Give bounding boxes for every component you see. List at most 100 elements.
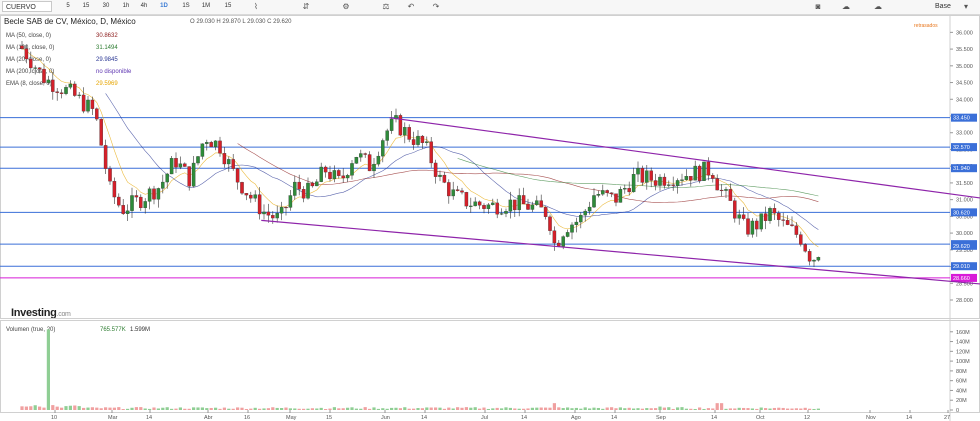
volume-bar bbox=[156, 408, 160, 410]
price-tick-label: 36.000 bbox=[956, 30, 973, 36]
candle-body bbox=[728, 189, 733, 201]
candle-body bbox=[134, 195, 139, 198]
volume-bar bbox=[209, 407, 213, 410]
volume-bar bbox=[478, 408, 482, 410]
volume-tick-label: 0 bbox=[956, 408, 959, 414]
x-tick-label: 14 bbox=[611, 415, 617, 421]
candle-body bbox=[623, 188, 627, 190]
candle-body bbox=[293, 181, 297, 196]
candle-body bbox=[482, 205, 486, 209]
volume-bar bbox=[161, 407, 165, 410]
x-tick-label: May bbox=[286, 415, 297, 421]
candle-body bbox=[29, 58, 33, 69]
volume-bar bbox=[803, 407, 807, 410]
candle-body bbox=[429, 141, 433, 164]
volume-bar bbox=[588, 408, 592, 410]
candle-body bbox=[86, 99, 90, 112]
volume-bar bbox=[816, 408, 820, 410]
candle-body bbox=[680, 179, 684, 181]
volume-bar bbox=[680, 407, 684, 410]
candle-body bbox=[77, 94, 81, 96]
price-chart[interactable]: 36.00035.50035.00034.50034.00033.50033.0… bbox=[0, 0, 980, 421]
volume-bar bbox=[46, 329, 50, 410]
volume-bar bbox=[258, 408, 262, 410]
candle-body bbox=[279, 206, 284, 214]
volume-bar bbox=[130, 407, 134, 410]
volume-bar bbox=[51, 405, 55, 410]
volume-bar bbox=[544, 407, 548, 410]
price-pane-frame bbox=[0, 15, 980, 319]
candle-body bbox=[477, 201, 482, 206]
volume-bar bbox=[662, 407, 666, 410]
volume-bar bbox=[596, 407, 600, 410]
x-tick-label: 10 bbox=[51, 415, 57, 421]
volume-bar bbox=[200, 407, 204, 410]
candle-body bbox=[455, 189, 460, 191]
candle-body bbox=[790, 224, 794, 226]
candle-body bbox=[513, 199, 517, 211]
candle-body bbox=[121, 205, 125, 214]
volume-bar bbox=[434, 407, 438, 410]
volume-bar bbox=[38, 406, 42, 410]
volume-bar bbox=[627, 407, 631, 410]
candle-body bbox=[46, 79, 51, 83]
volume-bar bbox=[645, 408, 649, 410]
volume-bar bbox=[733, 408, 737, 410]
volume-bar bbox=[486, 408, 490, 410]
candle-body bbox=[222, 153, 227, 165]
volume-bar bbox=[799, 408, 803, 410]
candle-body bbox=[499, 213, 504, 215]
volume-bar bbox=[442, 408, 446, 410]
volume-bar bbox=[332, 407, 336, 410]
price-tick-label: 35.000 bbox=[956, 64, 973, 70]
candle-body bbox=[803, 244, 807, 252]
candle-body bbox=[605, 190, 609, 193]
candle-body bbox=[411, 139, 416, 145]
volume-bar bbox=[812, 408, 816, 410]
candle-body bbox=[715, 178, 719, 191]
volume-bar bbox=[693, 408, 697, 410]
volume-bar bbox=[218, 408, 222, 410]
candle-body bbox=[781, 219, 785, 221]
volume-bar bbox=[77, 406, 81, 410]
candle-body bbox=[152, 188, 156, 200]
volume-bar bbox=[530, 407, 534, 410]
candle-body bbox=[649, 170, 653, 181]
candle-body bbox=[205, 142, 209, 144]
volume-tick-label: 140M bbox=[956, 340, 970, 346]
candle-body bbox=[473, 201, 477, 207]
candle-body bbox=[816, 257, 821, 261]
level-price-label: 29.010 bbox=[953, 264, 970, 270]
candle-body bbox=[381, 140, 385, 157]
level-price-label: 30.620 bbox=[953, 210, 970, 216]
candle-body bbox=[90, 99, 95, 109]
candle-body bbox=[117, 196, 121, 206]
candle-body bbox=[359, 153, 363, 158]
level-price-label: 28.660 bbox=[953, 276, 970, 282]
x-tick-label: 16 bbox=[244, 415, 250, 421]
volume-bar bbox=[794, 408, 798, 410]
volume-bar bbox=[108, 407, 112, 410]
x-tick-label: 14 bbox=[521, 415, 527, 421]
volume-bar bbox=[359, 408, 363, 410]
candle-body bbox=[565, 232, 570, 237]
candle-body bbox=[249, 194, 253, 199]
volume-tick-label: 20M bbox=[956, 398, 967, 404]
volume-bar bbox=[684, 408, 688, 410]
candle-body bbox=[460, 190, 464, 193]
volume-bar bbox=[636, 408, 640, 410]
volume-bar bbox=[750, 408, 754, 410]
candle-body bbox=[495, 202, 499, 215]
trend-channel-line bbox=[261, 219, 980, 285]
candle-body bbox=[99, 118, 103, 146]
candle-body bbox=[702, 161, 706, 181]
candle-body bbox=[112, 181, 117, 198]
candle-body bbox=[288, 195, 293, 208]
volume-bar bbox=[566, 407, 570, 410]
candle-body bbox=[372, 163, 376, 172]
candle-body bbox=[583, 210, 587, 216]
candle-body bbox=[143, 201, 147, 209]
candle-body bbox=[310, 182, 315, 187]
candle-body bbox=[750, 220, 755, 235]
volume-bar bbox=[522, 408, 526, 410]
